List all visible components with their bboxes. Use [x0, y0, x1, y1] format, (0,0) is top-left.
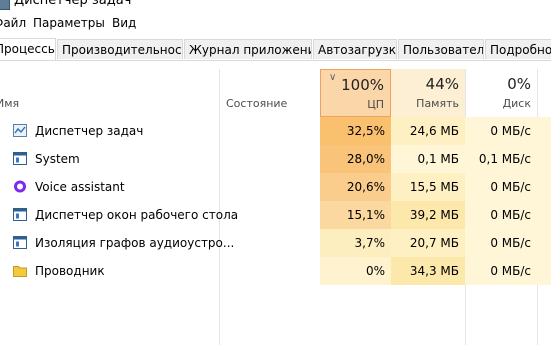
- process-disk: 0 МБ/с: [465, 257, 537, 285]
- process-disk-value: 0,1 МБ/с: [478, 152, 531, 166]
- process-extra: [537, 229, 551, 257]
- process-cpu-value: 28,0%: [346, 152, 385, 166]
- process-cpu: 28,0%: [320, 145, 391, 173]
- process-memory-value: 0,1 МБ: [417, 152, 459, 166]
- process-name: Диспетчер окон рабочего стола: [35, 208, 239, 222]
- task-manager-icon: [13, 124, 27, 137]
- process-row[interactable]: System 28,0% 0,1 МБ 0,1 МБ/с: [0, 145, 551, 173]
- tab-app-history[interactable]: Журнал приложений: [184, 39, 312, 59]
- tab-performance[interactable]: Производительность: [57, 39, 183, 59]
- column-name-label: Имя: [0, 97, 20, 110]
- process-disk: 0 МБ/с: [465, 229, 537, 257]
- window-icon: [13, 208, 27, 221]
- process-cpu: 20,6%: [320, 173, 391, 201]
- process-row[interactable]: Диспетчер задач 32,5% 24,6 МБ 0 МБ/с: [0, 117, 551, 145]
- process-memory: 34,3 МБ: [391, 257, 465, 285]
- tab-details[interactable]: Подробно: [485, 39, 551, 59]
- process-cpu-value: 20,6%: [346, 180, 385, 194]
- process-cpu: 3,7%: [320, 229, 391, 257]
- process-memory-value: 39,2 МБ: [409, 208, 459, 222]
- process-cpu-value: 3,7%: [354, 236, 386, 250]
- menu-file[interactable]: Файл: [0, 16, 26, 30]
- process-memory: 39,2 МБ: [391, 201, 465, 229]
- process-memory: 24,6 МБ: [391, 117, 465, 145]
- process-row[interactable]: Проводник 0% 34,3 МБ 0 МБ/с: [0, 257, 551, 285]
- process-disk: 0,1 МБ/с: [465, 145, 537, 173]
- process-cpu: 32,5%: [320, 117, 391, 145]
- process-memory-value: 20,7 МБ: [409, 236, 459, 250]
- task-manager-icon: [0, 0, 10, 10]
- window-icon: [13, 152, 27, 165]
- column-memory[interactable]: 44% Память: [391, 69, 465, 117]
- column-disk-label: Диск: [502, 97, 531, 110]
- process-memory: 15,5 МБ: [391, 173, 465, 201]
- process-memory-value: 15,5 МБ: [409, 180, 459, 194]
- process-row[interactable]: Диспетчер окон рабочего стола 15,1% 39,2 М…: [0, 201, 551, 229]
- tab-strip: Процессы Производительность Журнал прило…: [0, 38, 551, 61]
- process-disk: 0 МБ/с: [465, 117, 537, 145]
- process-memory-value: 24,6 МБ: [409, 124, 459, 138]
- tab-processes[interactable]: Процессы: [0, 38, 56, 60]
- process-row[interactable]: Изоляция графов аудиоустро... 3,7% 20,7 МБ…: [0, 229, 551, 257]
- cpu-total-percent: 100%: [341, 76, 384, 94]
- memory-total-percent: 44%: [425, 75, 459, 93]
- process-disk-value: 0 МБ/с: [490, 208, 531, 222]
- process-extra: [537, 145, 551, 173]
- window-icon: [13, 236, 27, 249]
- process-name: Диспетчер задач: [35, 124, 144, 138]
- process-cpu-value: 32,5%: [346, 124, 385, 138]
- voice-assistant-icon: [13, 180, 27, 193]
- sort-chevron-icon: ∨: [329, 72, 337, 83]
- process-extra: [537, 257, 551, 285]
- process-disk: 0 МБ/с: [465, 201, 537, 229]
- process-memory: 0,1 МБ: [391, 145, 465, 173]
- column-memory-label: Память: [416, 97, 459, 110]
- column-header: Имя Состояние 100% ЦП 44% Память 0% Диск: [0, 69, 551, 117]
- column-disk[interactable]: 0% Диск: [465, 69, 537, 117]
- column-status[interactable]: Состояние: [220, 69, 320, 117]
- column-cpu-label: ЦП: [367, 98, 384, 111]
- column-status-label: Состояние: [226, 97, 288, 110]
- title-bar: Диспетчер задач: [0, 0, 551, 12]
- menu-bar: Файл Параметры Вид: [0, 13, 551, 33]
- menu-options[interactable]: Параметры: [33, 16, 105, 30]
- menu-view[interactable]: Вид: [112, 16, 136, 30]
- window-title: Диспетчер задач: [14, 0, 132, 8]
- process-disk: 0 МБ/с: [465, 173, 537, 201]
- folder-icon: [13, 264, 27, 277]
- process-disk-value: 0 МБ/с: [490, 124, 531, 138]
- process-extra: [537, 201, 551, 229]
- column-name[interactable]: Имя: [0, 69, 220, 117]
- process-name: Изоляция графов аудиоустро...: [35, 236, 235, 250]
- process-extra: [537, 173, 551, 201]
- tab-users[interactable]: Пользователи: [398, 39, 484, 59]
- process-extra: [537, 117, 551, 145]
- process-cpu-value: 15,1%: [346, 208, 385, 222]
- process-memory: 20,7 МБ: [391, 229, 465, 257]
- process-name: Voice assistant: [35, 180, 125, 194]
- process-row[interactable]: Voice assistant 20,6% 15,5 МБ 0 МБ/с: [0, 173, 551, 201]
- process-cpu: 0%: [320, 257, 391, 285]
- process-cpu: 15,1%: [320, 201, 391, 229]
- process-name: System: [35, 152, 80, 166]
- tab-startup[interactable]: Автозагрузка: [313, 39, 397, 59]
- process-disk-value: 0 МБ/с: [490, 180, 531, 194]
- process-disk-value: 0 МБ/с: [490, 236, 531, 250]
- disk-total-percent: 0%: [507, 75, 531, 93]
